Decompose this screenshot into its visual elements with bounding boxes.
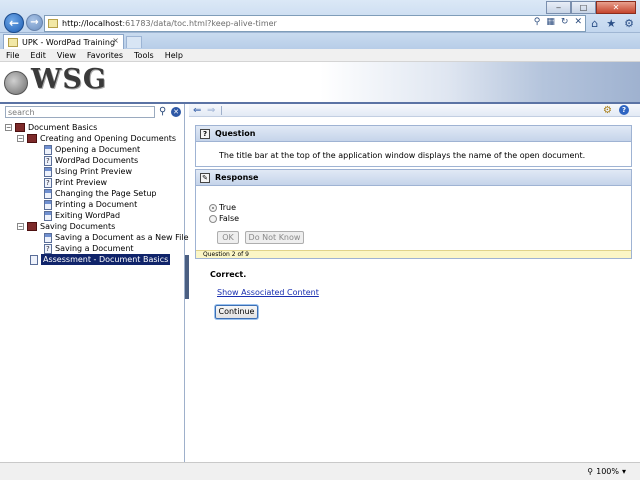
toolbar-divider	[221, 106, 222, 115]
content-toolbar: ⇐ ⇒ ⚙ ?	[189, 104, 640, 117]
menu-favorites[interactable]: Favorites	[87, 51, 123, 60]
toc-item[interactable]: Using Print Preview	[44, 166, 132, 177]
menu-view[interactable]: View	[57, 51, 76, 60]
toc-item-selected[interactable]: Assessment - Document Basics	[30, 254, 171, 265]
topic-icon	[44, 144, 52, 155]
back-button[interactable]: ←	[4, 13, 24, 33]
next-arrow-icon[interactable]: ⇒	[207, 105, 215, 116]
forward-button[interactable]: →	[26, 14, 43, 31]
menu-bar: File Edit View Favorites Tools Help	[0, 49, 640, 62]
topic-icon	[44, 188, 52, 199]
concept-icon	[44, 155, 52, 167]
browser-status-bar: ⚲ 100% ▾	[0, 462, 640, 480]
maximize-button[interactable]: □	[571, 1, 596, 14]
toc-pane: search ⚲ ✕ − Document Basics − Creating …	[0, 104, 189, 462]
option-false[interactable]: False	[209, 214, 239, 223]
collapse-icon[interactable]: −	[17, 223, 24, 230]
toc-item[interactable]: Print Preview	[44, 177, 107, 189]
new-tab-button[interactable]	[126, 36, 142, 48]
toc-item[interactable]: WordPad Documents	[44, 155, 138, 167]
book-icon	[27, 222, 37, 231]
question-icon: ?	[200, 128, 210, 139]
address-bar[interactable]: http://localhost:61783/data/toc.html?kee…	[44, 15, 586, 32]
search-icon[interactable]: ⚲	[534, 17, 541, 27]
toc-item[interactable]: Printing a Document	[44, 199, 137, 210]
close-window-button[interactable]: ✕	[596, 1, 636, 14]
collapse-icon[interactable]: −	[17, 135, 24, 142]
browser-toolbar-icons: ⌂ ★ ⚙	[591, 17, 634, 30]
stop-icon[interactable]: ✕	[574, 17, 582, 27]
clear-search-icon[interactable]: ✕	[171, 107, 181, 117]
wsg-banner: WSG	[0, 62, 640, 102]
toc-item[interactable]: − Saving Documents	[17, 221, 115, 232]
zoom-icon: ⚲	[587, 467, 594, 476]
tab-page-icon	[8, 37, 18, 47]
result-text: Correct.	[210, 270, 247, 279]
book-icon	[15, 123, 25, 132]
toc-item[interactable]: Saving a Document as a New File	[44, 232, 189, 243]
tab-title: UPK - WordPad Training	[22, 37, 116, 47]
menu-help[interactable]: Help	[165, 51, 183, 60]
concept-icon	[44, 177, 52, 189]
assessment-icon	[30, 254, 38, 265]
continue-button[interactable]: Continue	[215, 305, 258, 319]
help-icon[interactable]: ?	[619, 105, 629, 115]
topic-icon	[44, 166, 52, 177]
question-body: The title bar at the top of the applicat…	[195, 142, 632, 167]
tab-close-icon[interactable]: ×	[112, 36, 119, 45]
topic-icon	[44, 199, 52, 210]
response-body: True False OK Do Not Know Question 2 of …	[195, 186, 632, 259]
option-true[interactable]: True	[209, 203, 236, 212]
minimize-button[interactable]: ‒	[546, 1, 571, 14]
question-header: ? Question	[195, 125, 632, 142]
toc-item[interactable]: − Creating and Opening Documents	[17, 133, 176, 144]
zoom-control[interactable]: ⚲ 100% ▾	[587, 467, 626, 476]
browser-tab[interactable]: UPK - WordPad Training ×	[3, 34, 124, 49]
radio-true[interactable]	[209, 203, 217, 212]
chevron-down-icon: ▾	[621, 467, 626, 476]
tab-strip: UPK - WordPad Training ×	[0, 33, 640, 49]
collapse-icon[interactable]: −	[5, 124, 12, 131]
logo-text: WSG	[31, 64, 107, 95]
refresh-icon[interactable]: ↻	[561, 17, 569, 27]
menu-file[interactable]: File	[6, 51, 19, 60]
topic-icon	[44, 210, 52, 221]
menu-tools[interactable]: Tools	[134, 51, 154, 60]
settings-icon[interactable]: ⚙	[603, 105, 612, 116]
menu-edit[interactable]: Edit	[30, 51, 46, 60]
toc-item[interactable]: − Document Basics	[5, 122, 97, 133]
search-icon[interactable]: ⚲	[159, 106, 166, 117]
radio-false[interactable]	[209, 214, 217, 223]
browser-titlebar: ← → http://localhost:61783/data/toc.html…	[0, 0, 640, 33]
response-icon: ✎	[200, 172, 210, 183]
do-not-know-button[interactable]: Do Not Know	[245, 231, 304, 244]
question-progress: Question 2 of 9	[196, 250, 631, 258]
window-controls: ‒ □ ✕	[546, 1, 636, 14]
wsg-logo: WSG	[4, 64, 107, 95]
content-pane: ⇐ ⇒ ⚙ ? ? Question The title bar at the …	[189, 104, 640, 462]
compat-view-icon[interactable]: ▦	[546, 17, 555, 27]
previous-arrow-icon[interactable]: ⇐	[193, 105, 201, 116]
topic-icon	[44, 232, 52, 243]
url-text: http://localhost:61783/data/toc.html?kee…	[62, 19, 277, 28]
toc-item[interactable]: Changing the Page Setup	[44, 188, 157, 199]
page-icon	[48, 19, 58, 28]
favorites-star-icon[interactable]: ★	[606, 17, 616, 30]
toc-item[interactable]: Opening a Document	[44, 144, 140, 155]
ok-button[interactable]: OK	[217, 231, 239, 244]
globe-icon	[4, 70, 28, 95]
toc-search-input[interactable]: search	[5, 106, 155, 118]
book-icon	[27, 134, 37, 143]
show-associated-content-link[interactable]: Show Associated Content	[217, 288, 319, 297]
home-icon[interactable]: ⌂	[591, 17, 598, 30]
toc-item[interactable]: Exiting WordPad	[44, 210, 120, 221]
toc-item[interactable]: Saving a Document	[44, 243, 134, 255]
gear-icon[interactable]: ⚙	[624, 17, 634, 30]
zoom-level: 100%	[596, 467, 619, 476]
question-text: The title bar at the top of the applicat…	[219, 151, 586, 160]
concept-icon	[44, 243, 52, 255]
response-header: ✎ Response	[195, 169, 632, 186]
